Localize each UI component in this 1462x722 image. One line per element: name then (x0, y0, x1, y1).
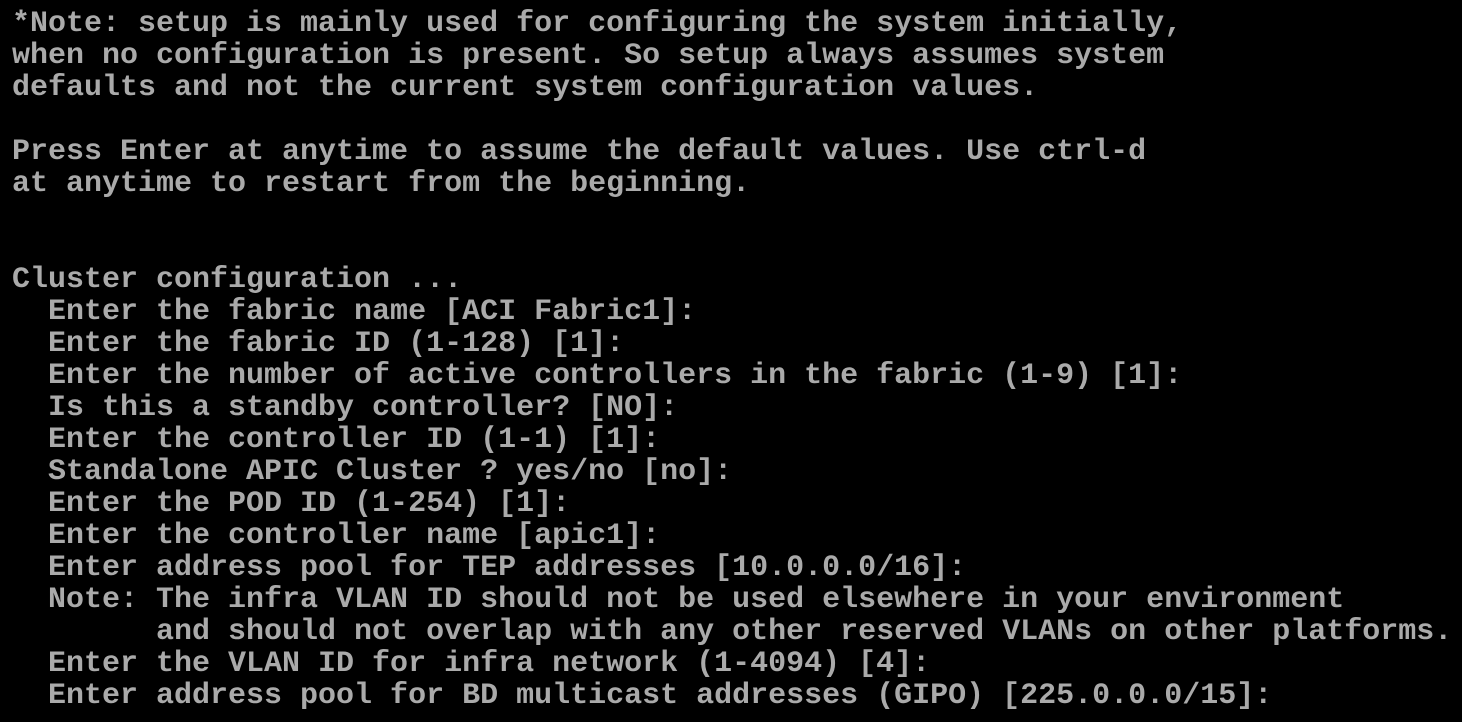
terminal-line: Standalone APIC Cluster ? yes/no [no]: (12, 455, 733, 489)
terminal-line: Enter the controller ID (1-1) [1]: (12, 423, 661, 457)
terminal-line: Enter the controller name [apic1]: (12, 519, 661, 553)
terminal-line: Enter the fabric name [ACI Fabric1]: (12, 295, 697, 329)
terminal-line: Enter the fabric ID (1-128) [1]: (12, 327, 625, 361)
terminal-line: Enter the number of active controllers i… (12, 359, 1183, 393)
terminal-line: at anytime to restart from the beginning… (12, 167, 751, 201)
terminal-line: Enter address pool for BD multicast addr… (12, 679, 1273, 713)
terminal-line: Enter the VLAN ID for infra network (1-4… (12, 647, 931, 681)
terminal-line: defaults and not the current system conf… (12, 71, 1039, 105)
terminal-line: Enter the POD ID (1-254) [1]: (12, 487, 571, 521)
terminal-line: when no configuration is present. So set… (12, 39, 1165, 73)
terminal-line: Press Enter at anytime to assume the def… (12, 135, 1147, 169)
terminal-line: *Note: setup is mainly used for configur… (12, 7, 1183, 41)
terminal-line: Cluster configuration ... (12, 263, 463, 297)
terminal-line: Note: The infra VLAN ID should not be us… (12, 583, 1345, 617)
terminal-line: Enter address pool for TEP addresses [10… (12, 551, 967, 585)
terminal-console[interactable]: *Note: setup is mainly used for configur… (12, 8, 1452, 712)
terminal-line: and should not overlap with any other re… (12, 615, 1453, 649)
terminal-line: Is this a standby controller? [NO]: (12, 391, 679, 425)
